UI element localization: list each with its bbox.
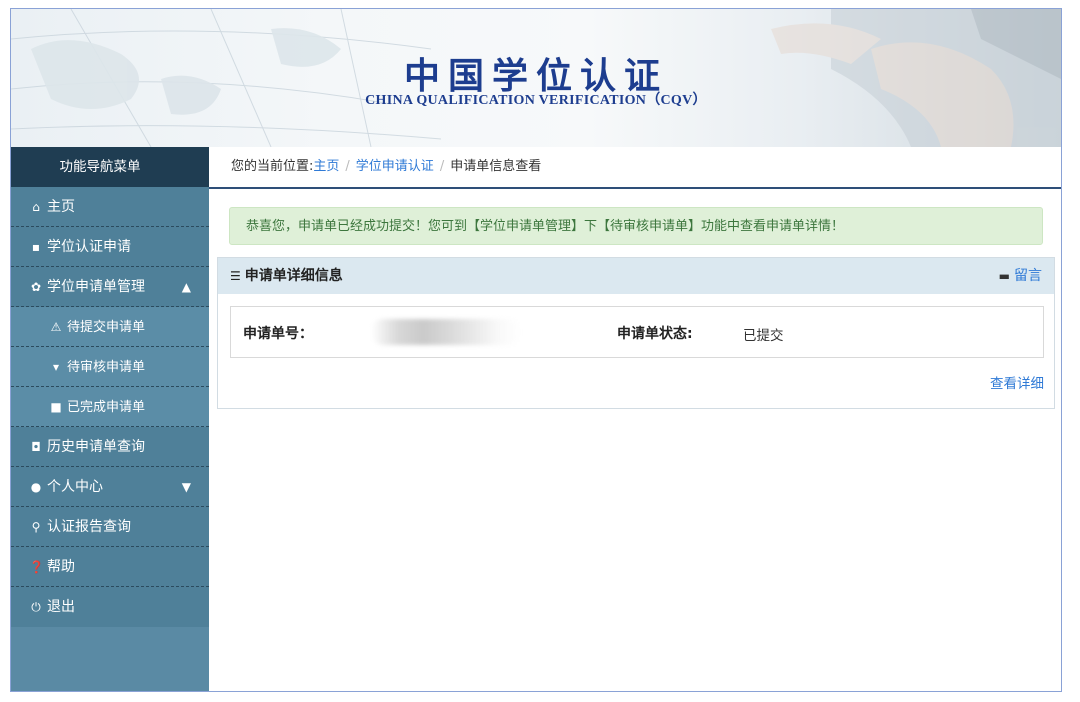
power-icon: ⏻ [31, 600, 41, 614]
sidebar-item-label: 已完成申请单 [67, 400, 146, 415]
sidebar-item-label: 学位申请单管理 [47, 279, 145, 295]
breadcrumb: 您的当前位置:主页 / 学位申请认证 / 申请单信息查看 [209, 147, 1061, 189]
sidebar-nav: 功能导航菜单 ⌂ 主页 ▪ 学位认证申请 ✿ 学位申请单管理 ▲ ⚠ 待提交申请单 ▾ 待… [11, 147, 209, 691]
application-number-label: 申请单号： [243, 326, 313, 342]
application-info-box: 申请单号： 申请单状态: 已提交 [230, 306, 1044, 358]
file-icon: ▪ [31, 240, 41, 254]
sidebar-item-history[interactable]: ◘ 历史申请单查询 [11, 427, 209, 467]
gear-icon: ✿ [30, 280, 42, 294]
breadcrumb-current: 申请单信息查看 [450, 159, 542, 174]
chevron-up-icon: ▲ [181, 280, 191, 294]
application-number-redacted [371, 319, 521, 345]
sidebar-item-label: 主页 [47, 199, 75, 215]
sidebar-item-completed[interactable]: ■ 已完成申请单 [11, 387, 209, 427]
sidebar-item-pending-submit[interactable]: ⚠ 待提交申请单 [11, 307, 209, 347]
success-alert: 恭喜您，申请单已经成功提交！您可到【学位申请单管理】下【待审核申请单】功能中查看… [229, 207, 1043, 245]
sidebar-item-label: 退出 [47, 599, 75, 615]
search-icon: ⚲ [31, 520, 41, 534]
sidebar-item-pending-review[interactable]: ▾ 待审核申请单 [11, 347, 209, 387]
breadcrumb-link-home[interactable]: 主页 [313, 159, 339, 174]
cart-icon: ▾ [52, 360, 60, 374]
application-status-label: 申请单状态: [617, 326, 693, 342]
panel-header: ☰ 申请单详细信息 ▬ 留言 [218, 258, 1054, 294]
breadcrumb-link-degree-application[interactable]: 学位申请认证 [356, 159, 434, 174]
list-icon: ☰ [230, 269, 241, 283]
panel-title: 申请单详细信息 [244, 268, 343, 284]
sidebar-item-label: 待提交申请单 [67, 320, 146, 335]
sidebar-item-help[interactable]: ❓ 帮助 [11, 547, 209, 587]
comment-icon: ▬ [998, 269, 1010, 283]
message-link[interactable]: ▬ 留言 [999, 258, 1042, 294]
sidebar-item-personal-center[interactable]: ● 个人中心 ▼ [11, 467, 209, 507]
sidebar-item-label: 帮助 [47, 559, 75, 575]
briefcase-icon: ■ [50, 400, 62, 414]
view-details-link[interactable]: 查看详细 [990, 372, 1044, 392]
warning-icon: ⚠ [50, 320, 62, 334]
home-icon: ⌂ [32, 200, 40, 214]
sidebar-item-report-query[interactable]: ⚲ 认证报告查询 [11, 507, 209, 547]
main-content: 您的当前位置:主页 / 学位申请认证 / 申请单信息查看 恭喜您，申请单已经成功提交！您… [209, 147, 1061, 691]
site-banner: 中国学位认证 CHINA QUALIFICATION VERIFICATION（… [11, 9, 1061, 147]
sidebar-item-label: 待审核申请单 [67, 360, 146, 375]
sidebar-item-logout[interactable]: ⏻ 退出 [11, 587, 209, 627]
sidebar-item-application-management[interactable]: ✿ 学位申请单管理 ▲ [11, 267, 209, 307]
site-subtitle: CHINA QUALIFICATION VERIFICATION（CQV） [365, 93, 707, 108]
application-detail-panel: ☰ 申请单详细信息 ▬ 留言 申请单号： 申请单状态: 已提交 查看详细 [217, 257, 1055, 409]
application-status-value: 已提交 [743, 328, 784, 344]
sidebar-item-home[interactable]: ⌂ 主页 [11, 187, 209, 227]
sidebar-item-degree-application[interactable]: ▪ 学位认证申请 [11, 227, 209, 267]
question-icon: ❓ [29, 560, 44, 574]
breadcrumb-prefix: 您的当前位置: [231, 159, 314, 174]
sidebar-header: 功能导航菜单 [11, 147, 209, 187]
sidebar-item-label: 历史申请单查询 [47, 439, 145, 455]
chevron-down-icon: ▼ [181, 480, 191, 494]
user-icon: ● [30, 480, 42, 494]
sidebar-item-label: 认证报告查询 [47, 519, 131, 535]
sidebar-item-label: 个人中心 [47, 479, 103, 495]
camera-icon: ◘ [31, 440, 41, 454]
page-frame: 中国学位认证 CHINA QUALIFICATION VERIFICATION（… [10, 8, 1062, 692]
sidebar-item-label: 学位认证申请 [47, 239, 131, 255]
